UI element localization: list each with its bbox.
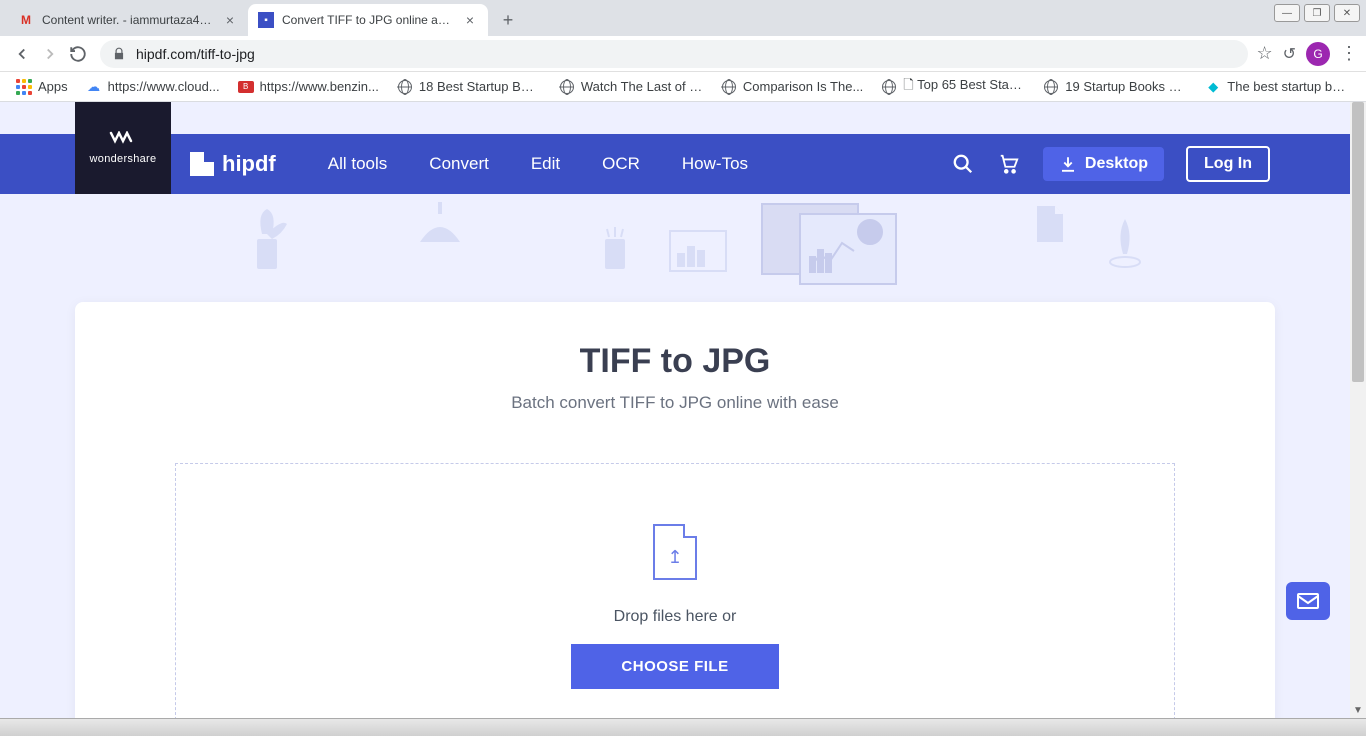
address-bar[interactable]: hipdf.com/tiff-to-jpg [100, 40, 1248, 68]
page-viewport: wondershare hipdf All tools Convert Edit… [0, 102, 1350, 718]
hipdf-logo[interactable]: hipdf [190, 151, 276, 177]
envelope-icon [1297, 593, 1319, 609]
wondershare-logo-icon [109, 131, 137, 149]
cup-icon [595, 224, 635, 274]
desktop-button[interactable]: Desktop [1043, 147, 1164, 181]
bookmark-startup-1[interactable]: 18 Best Startup Boo... [389, 75, 549, 99]
url-text: hipdf.com/tiff-to-jpg [136, 46, 1236, 62]
wondershare-brand[interactable]: wondershare [75, 102, 171, 194]
vertical-scrollbar[interactable]: ▲ ▼ [1350, 102, 1366, 718]
globe-icon [397, 79, 413, 95]
forward-button[interactable] [36, 40, 64, 68]
plant-icon [242, 204, 292, 274]
apps-label: Apps [38, 79, 68, 94]
bookmark-label: Watch The Last of t... [581, 79, 703, 94]
apps-grid-icon [16, 79, 32, 95]
bookmark-star-icon[interactable]: ☆ [1256, 43, 1272, 64]
feedback-button[interactable] [1286, 582, 1330, 620]
file-dropzone[interactable]: ↥ Drop files here or CHOOSE FILE [175, 463, 1175, 718]
bookmark-watch[interactable]: Watch The Last of t... [551, 75, 711, 99]
hipdf-logo-text: hipdf [222, 151, 276, 177]
page-subtitle: Batch convert TIFF to JPG online with ea… [115, 393, 1235, 413]
hipdf-logo-icon [190, 152, 214, 176]
cart-icon[interactable] [997, 152, 1021, 176]
gmail-favicon-icon: M [18, 12, 34, 28]
browser-toolbar: hipdf.com/tiff-to-jpg ☆ ↺ G ⋮ [0, 36, 1366, 72]
cloud-icon: ☁ [86, 79, 102, 95]
bookmark-19books[interactable]: 19 Startup Books E... [1035, 75, 1195, 99]
wondershare-text: wondershare [90, 153, 157, 165]
bookmark-cloud[interactable]: ☁ https://www.cloud... [78, 75, 228, 99]
page-title: TIFF to JPG [115, 342, 1235, 381]
tab-close-icon[interactable]: × [462, 12, 478, 28]
lamp-icon [410, 202, 470, 252]
profile-avatar[interactable]: G [1306, 42, 1330, 66]
globe-icon [721, 79, 737, 95]
globe-icon [1043, 79, 1059, 95]
site-icon: B [238, 81, 254, 93]
lock-icon [112, 47, 126, 61]
tab-strip: M Content writer. - iammurtaza4@g × ▪ Co… [0, 0, 1366, 36]
scroll-down-arrow-icon[interactable]: ▼ [1350, 702, 1366, 718]
hipdf-favicon-icon: ▪ [258, 12, 274, 28]
new-tab-button[interactable]: + [494, 6, 522, 34]
chart-large-icon [760, 202, 900, 287]
upload-file-icon: ↥ [653, 524, 697, 580]
drop-text: Drop files here or [614, 608, 737, 626]
login-button[interactable]: Log In [1186, 146, 1270, 182]
bookmark-label: 18 Best Startup Boo... [419, 79, 541, 94]
window-close[interactable]: ✕ [1334, 4, 1360, 22]
apps-shortcut[interactable]: Apps [8, 75, 76, 99]
bookmark-label: Comparison Is The... [743, 79, 863, 94]
reload-button[interactable] [64, 40, 92, 68]
browser-tab-hipdf[interactable]: ▪ Convert TIFF to JPG online and fr × [248, 4, 488, 36]
choose-file-button[interactable]: CHOOSE FILE [571, 644, 778, 689]
bookmark-benzin[interactable]: B https://www.benzin... [230, 75, 387, 98]
nav-howtos[interactable]: How-Tos [682, 154, 748, 174]
converter-card: TIFF to JPG Batch convert TIFF to JPG on… [75, 302, 1275, 718]
nav-links: All tools Convert Edit OCR How-Tos [328, 154, 748, 174]
nav-edit[interactable]: Edit [531, 154, 560, 174]
tab-close-icon[interactable]: × [222, 12, 238, 28]
bookmarks-overflow[interactable]: » [1359, 74, 1366, 100]
bookmark-comparison[interactable]: Comparison Is The... [713, 75, 871, 99]
tab-title: Convert TIFF to JPG online and fr [282, 13, 456, 27]
document-icon [1035, 204, 1065, 244]
history-icon[interactable]: ↺ [1283, 44, 1296, 64]
window-minimize[interactable]: — [1274, 4, 1300, 22]
chart-small-icon [668, 229, 728, 274]
bookmark-best[interactable]: ◆ The best startup bo... [1197, 75, 1357, 99]
os-taskbar [0, 718, 1366, 736]
window-maximize[interactable]: ❐ [1304, 4, 1330, 22]
search-icon[interactable] [951, 152, 975, 176]
back-button[interactable] [8, 40, 36, 68]
globe-icon [559, 79, 575, 95]
nav-all-tools[interactable]: All tools [328, 154, 388, 174]
pen-icon [1105, 214, 1145, 269]
bookmark-label: 19 Startup Books E... [1065, 79, 1187, 94]
download-icon [1059, 155, 1077, 173]
diamond-icon: ◆ [1205, 79, 1221, 95]
bookmark-top65[interactable]: 🗋 Top 65 Best Start... [873, 72, 1033, 102]
nav-ocr[interactable]: OCR [602, 154, 640, 174]
chrome-menu-icon[interactable]: ⋮ [1340, 43, 1358, 64]
globe-icon [881, 79, 897, 95]
nav-convert[interactable]: Convert [429, 154, 489, 174]
bookmark-label: https://www.cloud... [108, 79, 220, 94]
scrollbar-thumb[interactable] [1352, 102, 1364, 382]
bookmark-label: 🗋 Top 65 Best Start... [903, 76, 1025, 98]
browser-tab-gmail[interactable]: M Content writer. - iammurtaza4@g × [8, 4, 248, 36]
desktop-label: Desktop [1085, 155, 1148, 173]
bookmark-label: https://www.benzin... [260, 79, 379, 94]
tab-title: Content writer. - iammurtaza4@g [42, 13, 216, 27]
bookmarks-bar: Apps ☁ https://www.cloud... B https://ww… [0, 72, 1366, 102]
bookmark-label: The best startup bo... [1227, 79, 1349, 94]
site-navbar: hipdf All tools Convert Edit OCR How-Tos… [0, 134, 1350, 194]
